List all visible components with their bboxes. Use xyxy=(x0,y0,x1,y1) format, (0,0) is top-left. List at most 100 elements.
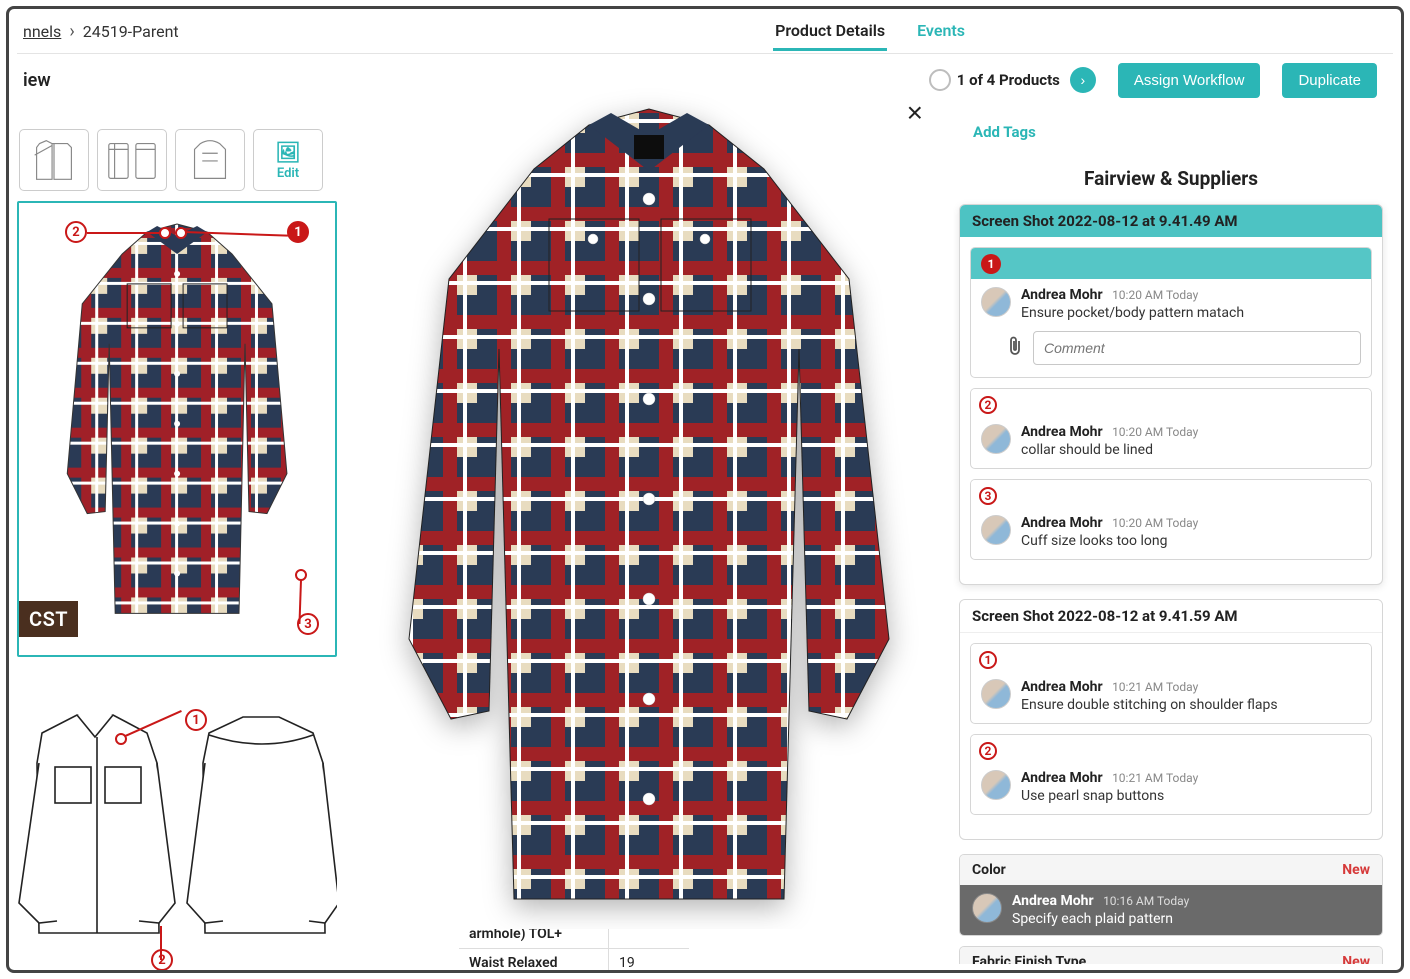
tab-product-details[interactable]: Product Details xyxy=(773,11,887,51)
new-badge: New xyxy=(1342,954,1370,964)
next-product-button[interactable]: › xyxy=(1070,67,1096,93)
note-message: Ensure double stitching on shoulder flap… xyxy=(1021,697,1361,713)
avatar xyxy=(981,679,1011,709)
annotation-card: Screen Shot 2022-08-12 at 9.41.49 AM 1 A… xyxy=(959,204,1383,585)
product-counter: 1 of 4 Products › Assign Workflow Duplic… xyxy=(925,63,1387,98)
technical-drawing[interactable]: 1 2 xyxy=(17,693,337,973)
note-pin-row: 1 xyxy=(971,248,1371,279)
note-author: Andrea Mohr xyxy=(1012,893,1094,909)
breadcrumb-current: 24519-Parent xyxy=(83,22,179,41)
note-message: collar should be lined xyxy=(1021,442,1361,458)
annotation-pin-1[interactable]: 1 xyxy=(287,221,309,243)
avatar xyxy=(981,287,1011,317)
thumbnail-3[interactable] xyxy=(175,129,245,191)
chevron-right-icon: › xyxy=(69,21,74,42)
note-pin-icon: 1 xyxy=(979,651,997,669)
right-panel: Add Tags Fairview & Suppliers Screen Sho… xyxy=(953,109,1393,964)
note-time: 10:16 AM Today xyxy=(1103,894,1189,908)
image-icon: 🖼 xyxy=(275,140,300,164)
annotation-anchor xyxy=(115,733,127,745)
card-header[interactable]: Screen Shot 2022-08-12 at 9.41.59 AM xyxy=(960,600,1382,633)
note-pin-row: 1 xyxy=(971,644,1371,671)
note-time: 10:21 AM Today xyxy=(1112,680,1198,694)
note-author: Andrea Mohr xyxy=(1021,287,1103,303)
annotation-pin-1[interactable]: 1 xyxy=(185,709,207,731)
attribute-label: Fabric Finish Type xyxy=(972,954,1086,964)
note-pin-icon: 3 xyxy=(979,487,997,505)
note-time: 10:20 AM Today xyxy=(1112,516,1198,530)
spec-row: Waist Relaxed 19 xyxy=(459,948,689,973)
attribute-body: Andrea Mohr 10:16 AM Today Specify each … xyxy=(960,885,1382,935)
card-header[interactable]: Screen Shot 2022-08-12 at 9.41.49 AM xyxy=(960,205,1382,237)
note-author: Andrea Mohr xyxy=(1021,679,1103,695)
annotation-note[interactable]: 2 Andrea Mohr 10:21 AM Today Use pearl s… xyxy=(970,734,1372,815)
technical-drawing-icon xyxy=(17,693,337,973)
note-time: 10:20 AM Today xyxy=(1112,425,1198,439)
note-message: Ensure pocket/body pattern matach xyxy=(1021,305,1361,321)
note-author: Andrea Mohr xyxy=(1021,770,1103,786)
spec-label: Waist Relaxed xyxy=(459,949,609,973)
annotation-note[interactable]: 2 Andrea Mohr 10:20 AM Today collar shou… xyxy=(970,388,1372,469)
note-pin-icon: 2 xyxy=(979,396,997,414)
assign-workflow-button[interactable]: Assign Workflow xyxy=(1118,63,1261,98)
note-time: 10:21 AM Today xyxy=(1112,771,1198,785)
duplicate-button[interactable]: Duplicate xyxy=(1282,63,1377,98)
annotation-pin-2[interactable]: 2 xyxy=(151,949,173,971)
comment-input[interactable] xyxy=(1033,331,1361,365)
annotation-note[interactable]: 1 Andrea Mohr 10:21 AM Today Ensure doub… xyxy=(970,643,1372,724)
spec-value: 19 xyxy=(609,949,689,973)
chevron-right-icon: › xyxy=(1081,72,1086,88)
annotation-anchor xyxy=(159,227,171,239)
annotation-leader xyxy=(160,926,162,960)
note-pin-icon: 2 xyxy=(979,742,997,760)
close-overlay-button[interactable]: × xyxy=(907,97,923,129)
left-column: 🖼 Edit xyxy=(17,123,357,964)
tab-events[interactable]: Events xyxy=(915,11,967,51)
note-pin-row: 2 xyxy=(971,389,1371,416)
note-author: Andrea Mohr xyxy=(1021,424,1103,440)
avatar xyxy=(981,770,1011,800)
annotation-note[interactable]: 1 Andrea Mohr 10:20 AM Today Ensure pock… xyxy=(970,247,1372,378)
annotation-note[interactable]: 3 Andrea Mohr 10:20 AM Today Cuff size l… xyxy=(970,479,1372,560)
counter-text: 1 of 4 Products xyxy=(957,71,1060,89)
edit-images-button[interactable]: 🖼 Edit xyxy=(253,129,323,191)
edit-label: Edit xyxy=(277,166,299,181)
annotation-leader xyxy=(87,232,161,234)
card-body: 1 Andrea Mohr 10:21 AM Today Ensure doub… xyxy=(960,633,1382,839)
note-pin-row: 3 xyxy=(971,480,1371,507)
app-frame: nnels › 24519-Parent Product Details Eve… xyxy=(6,6,1404,973)
annotation-pin-2[interactable]: 2 xyxy=(65,221,87,243)
attribute-header: Color New xyxy=(960,855,1382,885)
annotation-anchor xyxy=(295,569,307,581)
note-message: Use pearl snap buttons xyxy=(1021,788,1361,804)
new-badge: New xyxy=(1342,862,1370,878)
annotated-product-image[interactable]: CST 1 2 3 xyxy=(17,201,337,657)
attribute-card-color[interactable]: Color New Andrea Mohr 10:16 AM Today Spe… xyxy=(959,854,1383,936)
thumbnail-row: 🖼 Edit xyxy=(17,123,357,201)
thumbnail-1[interactable] xyxy=(19,129,89,191)
attribute-header: Fabric Finish Type New xyxy=(960,947,1382,964)
image-overlay: × xyxy=(369,79,929,929)
breadcrumb-prev[interactable]: nnels xyxy=(23,22,61,41)
avatar xyxy=(981,424,1011,454)
cst-tag: CST xyxy=(19,601,78,637)
annotation-anchor xyxy=(175,227,187,239)
note-message: Cuff size looks too long xyxy=(1021,533,1361,549)
note-pin-row: 2 xyxy=(971,735,1371,762)
attribute-card-fabric-finish[interactable]: Fabric Finish Type New xyxy=(959,946,1383,964)
top-bar: nnels › 24519-Parent Product Details Eve… xyxy=(9,9,1401,53)
view-label: iew xyxy=(23,70,51,91)
note-pin-icon: 1 xyxy=(981,254,1001,274)
breadcrumb: nnels › 24519-Parent xyxy=(23,21,179,42)
annotation-card: Screen Shot 2022-08-12 at 9.41.59 AM 1 A… xyxy=(959,599,1383,840)
tabs: Product Details Events xyxy=(773,11,967,51)
note-author: Andrea Mohr xyxy=(1021,515,1103,531)
add-tags-link[interactable]: Add Tags xyxy=(953,109,1389,161)
note-time: 10:20 AM Today xyxy=(1112,288,1198,302)
attachment-icon[interactable] xyxy=(1007,336,1023,361)
product-shirt-icon xyxy=(27,214,327,643)
counter-dot-icon xyxy=(929,69,951,91)
note-message: Specify each plaid pattern xyxy=(1012,911,1370,927)
supplier-title: Fairview & Suppliers xyxy=(953,161,1389,204)
thumbnail-2[interactable] xyxy=(97,129,167,191)
